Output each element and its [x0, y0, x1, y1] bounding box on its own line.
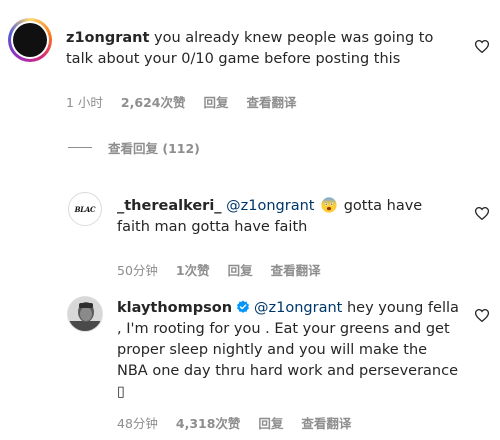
avatar-logo: BLAC — [74, 204, 96, 214]
avatar[interactable] — [8, 18, 52, 62]
comment-time: 1 小时 — [66, 95, 103, 110]
reply-button[interactable]: 回复 — [258, 416, 283, 431]
heart-outline-icon[interactable] — [475, 40, 489, 53]
avatar-photo — [68, 297, 102, 331]
reply-likes[interactable]: 1次赞 — [176, 263, 210, 278]
comment-meta: 1 小时 2,624次赞 回复 查看翻译 — [66, 92, 310, 111]
reply-meta: 48分钟 4,318次赞 回复 查看翻译 — [117, 413, 365, 432]
reply-meta: 50分钟 1次赞 回复 查看翻译 — [117, 260, 335, 279]
reply-username[interactable]: klaythompson — [117, 300, 232, 316]
translate-button[interactable]: 查看翻译 — [301, 416, 351, 431]
reply-button[interactable]: 回复 — [203, 95, 228, 110]
heart-outline-icon[interactable] — [475, 309, 489, 322]
view-replies-label: 查看回复 (112) — [108, 141, 200, 156]
view-replies-button[interactable]: 查看回复 (112) — [68, 138, 200, 157]
verified-badge-icon — [237, 300, 249, 313]
avatar[interactable]: BLAC — [68, 192, 102, 226]
translate-button[interactable]: 查看翻译 — [271, 263, 321, 278]
trailing-glyph: ▯ — [117, 384, 125, 400]
comment-likes[interactable]: 2,624次赞 — [121, 95, 186, 110]
reply-time: 48分钟 — [117, 416, 158, 431]
replies-divider — [68, 147, 92, 148]
reply-time: 50分钟 — [117, 263, 158, 278]
fearful-face-emoji — [321, 197, 337, 213]
translate-button[interactable]: 查看翻译 — [246, 95, 296, 110]
avatar[interactable] — [67, 296, 103, 332]
comment-text: z1ongrant you already knew people was go… — [66, 28, 456, 70]
reply-button[interactable]: 回复 — [228, 263, 253, 278]
reply-text: _therealkeri_ @z1ongrant gotta have fait… — [117, 196, 457, 238]
reply-likes[interactable]: 4,318次赞 — [176, 416, 241, 431]
comment-username[interactable]: z1ongrant — [66, 30, 149, 46]
reply-mention[interactable]: @z1ongrant — [226, 198, 314, 214]
reply-mention[interactable]: @z1ongrant — [254, 300, 342, 316]
reply-text: klaythompson @z1ongrant hey young fella … — [117, 298, 462, 403]
heart-outline-icon[interactable] — [475, 207, 489, 220]
reply-username[interactable]: _therealkeri_ — [117, 198, 222, 214]
